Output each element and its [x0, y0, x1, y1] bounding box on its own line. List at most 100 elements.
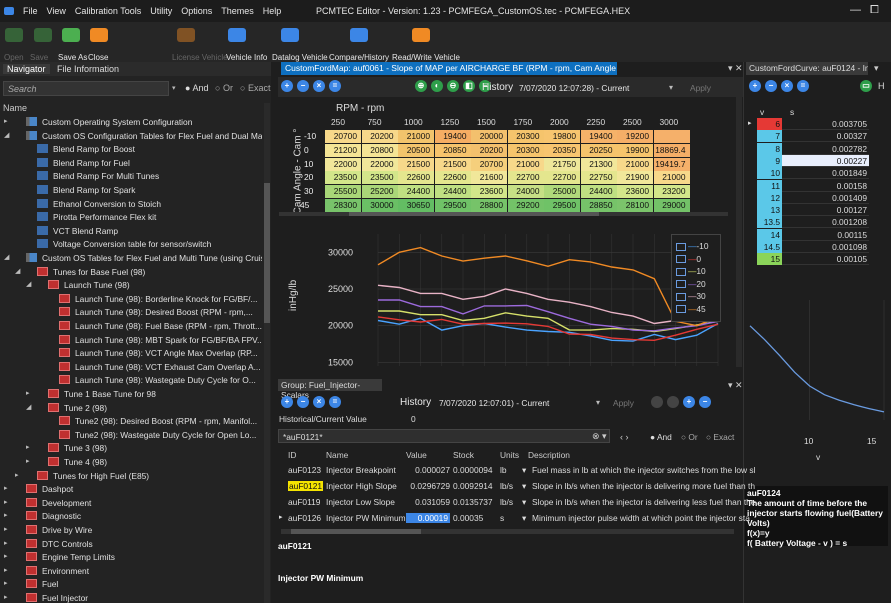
map-cell[interactable]: 23200 — [653, 185, 690, 199]
tree-expand-icon[interactable]: ▸ — [4, 539, 8, 547]
row-header[interactable]: 30 — [304, 186, 313, 196]
tree-expand-icon[interactable]: ◢ — [26, 403, 31, 411]
curve-row[interactable]: 7 0.00327 — [757, 130, 869, 143]
tree-expand-icon[interactable]: ◢ — [26, 280, 31, 288]
scalars-equals-icon[interactable]: = — [329, 396, 341, 408]
tree-item[interactable]: Blend Ramp for Boost — [0, 142, 262, 155]
map-cell[interactable]: 19419.7 — [653, 157, 690, 171]
menu-view[interactable]: View — [47, 6, 66, 16]
legend-checkbox-icon[interactable] — [676, 255, 686, 264]
cell-id[interactable]: auF0126 — [288, 513, 321, 523]
legend-checkbox-icon[interactable] — [676, 267, 686, 276]
map-cell[interactable]: 20700 — [471, 157, 507, 171]
legend-item[interactable]: —10 — [676, 266, 706, 276]
tree-item[interactable]: ▸ Tune 4 (98) — [0, 455, 262, 468]
map-cell[interactable]: 29200 — [507, 199, 544, 212]
tree-item[interactable]: ▸ Custom Operating System Configuration — [0, 115, 262, 128]
menu-file[interactable]: File — [23, 6, 38, 16]
cell-units[interactable]: lb/s — [500, 481, 513, 491]
tree-item[interactable]: Ethanol Conversion to Stoich — [0, 197, 262, 210]
tree-item[interactable]: Launch Tune (98): VCT Exhaust Cam Overla… — [0, 360, 262, 373]
curve-row[interactable]: 8 0.002782 — [757, 142, 869, 155]
vehicle-info-icon[interactable] — [228, 28, 246, 42]
curve-remove-icon[interactable]: − — [765, 80, 777, 92]
curve-s-cell[interactable]: 0.002782 — [782, 143, 869, 155]
legend-item[interactable]: —30 — [676, 291, 706, 301]
search-input[interactable]: Search — [3, 81, 169, 96]
tab-file-information[interactable]: File Information — [57, 64, 119, 74]
tree-item[interactable]: ▸ Dashpot — [0, 482, 262, 495]
curve-v-cell[interactable]: 8 — [757, 142, 782, 155]
map-cell[interactable]: 30650 — [398, 199, 434, 212]
tree-item[interactable]: Tune2 (98): Wastegate Duty Cycle for Ope… — [0, 428, 262, 441]
legend-checkbox-icon[interactable] — [676, 292, 686, 301]
cell-desc[interactable]: Slope in lb/s when the injector is deliv… — [532, 497, 755, 507]
scalars-minus-icon[interactable]: − — [699, 396, 711, 408]
map-cell[interactable]: 21000 — [398, 130, 434, 143]
tab-scalars[interactable]: Group: Fuel_Injector-Scalars — [278, 379, 382, 400]
curve-tool-icon[interactable]: ▭ — [860, 80, 872, 92]
cell-units[interactable]: lb — [500, 465, 507, 475]
tree-expand-icon[interactable]: ▸ — [4, 484, 8, 492]
menu-help[interactable]: Help — [263, 6, 282, 16]
map-cell[interactable]: 25200 — [361, 185, 398, 199]
tree-item[interactable]: Blend Ramp for Fuel — [0, 156, 262, 169]
curve-v-cell[interactable]: 13 — [757, 204, 782, 217]
map-cell[interactable]: 20300 — [507, 143, 544, 157]
tree-expand-icon[interactable]: ◢ — [4, 131, 9, 139]
tree-expand-icon[interactable]: ▸ — [4, 566, 8, 574]
map-cell[interactable]: 28300 — [325, 199, 361, 212]
tree-expand-icon[interactable]: ◢ — [4, 253, 9, 261]
tree-expand-icon[interactable]: ▸ — [4, 593, 8, 601]
legend-checkbox-icon[interactable] — [676, 280, 686, 289]
map-cell[interactable]: 21750 — [544, 157, 580, 171]
map-cell[interactable]: 21000 — [617, 157, 653, 171]
tree-expand-icon[interactable]: ▸ — [26, 443, 30, 451]
table-row[interactable]: auF0121 Injector High Slope 0.0296729 0.009… — [278, 478, 755, 493]
tree-expand-icon[interactable]: ◢ — [15, 267, 20, 275]
curve-row[interactable]: 13 0.00127 — [757, 204, 869, 217]
curve-s-cell[interactable]: 0.00105 — [782, 253, 869, 266]
scalars-radio-and[interactable]: ● And — [650, 432, 672, 442]
map-cell[interactable]: 24400 — [398, 185, 434, 199]
tree-item[interactable]: Launch Tune (98): VCT Angle Max Overlap … — [0, 346, 262, 359]
cell-stock[interactable]: 0.0092914 — [453, 481, 493, 491]
tree-item[interactable]: ◢ Custom OS Tables for Flex Fuel and Mult… — [0, 251, 262, 264]
tree-item[interactable]: ▸ Fuel — [0, 577, 262, 590]
map-cell[interactable]: 21000 — [653, 171, 690, 185]
curve-v-cell[interactable]: 7 — [757, 130, 782, 143]
legend-checkbox-icon[interactable] — [676, 305, 686, 314]
tree-expand-icon[interactable]: ▸ — [4, 552, 8, 560]
datalog-vehicle-button[interactable]: Datalog Vehicle — [272, 53, 328, 62]
filter-clear-icon[interactable]: ⊗ ▾ — [592, 431, 607, 442]
map-cell[interactable]: 29000 — [653, 199, 690, 212]
curve-row[interactable]: 10 0.001849 — [757, 167, 869, 180]
apply-button[interactable]: Apply — [690, 83, 711, 93]
smooth-icon[interactable]: ⊕ — [415, 80, 427, 92]
map-cell[interactable]: 21300 — [580, 157, 617, 171]
maximize-button[interactable]: ⧠ — [870, 4, 879, 17]
cell-stock[interactable]: 0.0135737 — [453, 497, 493, 507]
filter-prev-next-icon[interactable]: ‹ › — [620, 432, 629, 442]
scalars-apply-button[interactable]: Apply — [613, 398, 634, 408]
scalars-tab-menu-icon[interactable]: ▾ ✕ — [728, 380, 743, 391]
scalars-filter-input[interactable]: *auF0121* — [278, 429, 610, 443]
fill-icon[interactable]: ⊖ — [447, 80, 459, 92]
map-cell[interactable]: 20850 — [434, 143, 471, 157]
cell-id[interactable]: auF0121 — [288, 481, 324, 491]
map-cell[interactable]: 22600 — [398, 171, 434, 185]
tree-expand-icon[interactable]: ▸ — [26, 457, 30, 465]
map-cell[interactable]: 29500 — [434, 199, 471, 212]
history-dropdown[interactable]: 7/07/2020 12:07:28) - Current — [519, 83, 629, 93]
tab-navigator[interactable]: Navigator — [3, 64, 50, 74]
map-cell[interactable]: 20350 — [544, 143, 580, 157]
map-cell[interactable]: 23600 — [617, 185, 653, 199]
curve-tab-menu-icon[interactable]: ▾ — [874, 63, 879, 74]
close-button[interactable]: Close — [88, 53, 108, 62]
curve-s-cell[interactable]: 0.001849 — [782, 167, 869, 180]
map-vscrollbar[interactable] — [736, 97, 742, 367]
curve-s-cell[interactable]: 0.001098 — [782, 241, 869, 253]
tree-item[interactable]: ▸ Environment — [0, 564, 262, 577]
curve-s-cell[interactable]: 0.00115 — [782, 229, 869, 241]
map-cell[interactable]: 23600 — [471, 185, 507, 199]
